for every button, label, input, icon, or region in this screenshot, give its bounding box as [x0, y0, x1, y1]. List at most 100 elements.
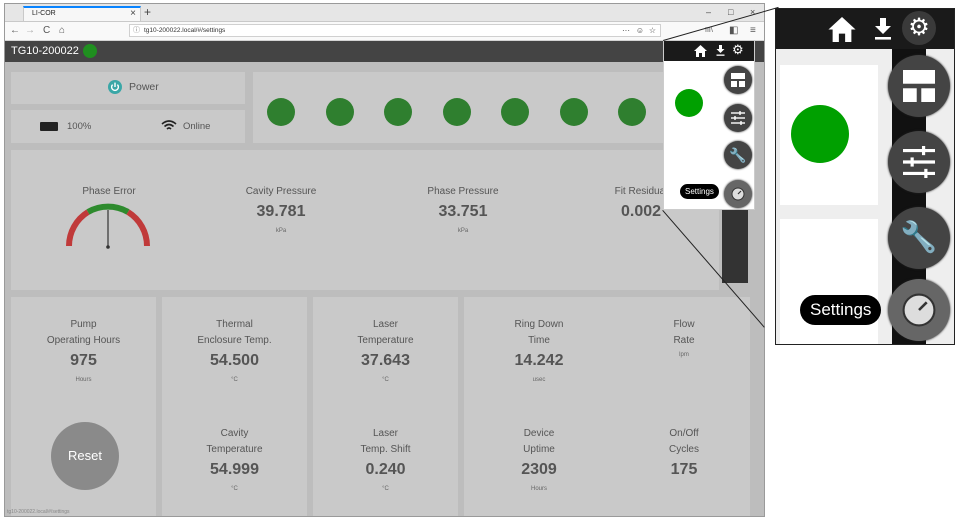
status-led: [384, 98, 412, 126]
laser-temp-unit: °C: [382, 377, 389, 383]
flow-rate-label-line1: Flow: [673, 319, 695, 330]
gauges-panel: Phase Error Cavity Pressure 39.781 kPa P…: [11, 150, 719, 290]
network-status: Online: [183, 121, 211, 132]
pocket-icon[interactable]: ☺: [636, 25, 644, 36]
ring-down-label-line1: Ring Down: [514, 319, 564, 330]
zoom-callout: ⚙ 🔧 Settings: [775, 8, 955, 345]
wifi-icon: [161, 120, 177, 130]
ring-down-unit: usec: [532, 377, 546, 383]
layout-button[interactable]: [724, 66, 752, 94]
sliders-icon: [731, 111, 745, 125]
laser-temp-label-line2: Temperature: [357, 335, 414, 346]
enclosure-temp-value: 54.500: [210, 352, 259, 369]
dashboard: Power 100% Online Phase Error Cavity Pre…: [5, 62, 764, 516]
ring-down-label-line2: Time: [528, 335, 550, 346]
gear-icon[interactable]: ⚙: [732, 42, 744, 58]
power-label: Power: [129, 81, 159, 93]
battery-icon: [40, 122, 58, 131]
zoom-settings-button: [888, 279, 950, 341]
new-tab-button[interactable]: +: [144, 5, 151, 19]
close-window-button[interactable]: ×: [750, 6, 755, 18]
tab-close-icon[interactable]: ×: [130, 8, 136, 20]
device-name: TG10-200022: [11, 45, 79, 57]
layout-icon: [731, 73, 745, 87]
pump-hours-unit: Hours: [75, 377, 92, 383]
app-header: TG10-200022: [5, 41, 764, 62]
home-icon[interactable]: [694, 45, 707, 57]
zoom-active-indicator: [791, 105, 849, 163]
maximize-button[interactable]: □: [728, 6, 733, 18]
navigation-bar: ← → C ⌂ ⓘ tg10-200022.local/#/settings ·…: [5, 22, 764, 41]
reset-button[interactable]: Reset: [51, 422, 119, 490]
download-icon[interactable]: [716, 45, 725, 56]
tab-title: LI-COR: [32, 10, 56, 17]
status-led: [267, 98, 295, 126]
power-card[interactable]: Power: [11, 72, 245, 104]
adjustments-button[interactable]: [724, 104, 752, 132]
ring-down-value: 14.242: [514, 352, 564, 369]
temperature-card: Thermal Enclosure Temp. 54.500 °C Cavity…: [162, 297, 307, 516]
laser-shift-label-line2: Temp. Shift: [360, 444, 411, 455]
cycles-label-line1: On/Off: [669, 428, 699, 439]
cavity-temp-unit: °C: [231, 486, 238, 492]
battery-network-card: 100% Online: [11, 110, 245, 143]
settings-button[interactable]: [724, 180, 752, 208]
phase-error-gauge: [66, 203, 150, 249]
cycles-label-line2: Cycles: [668, 444, 699, 455]
gauge-icon: [731, 187, 745, 201]
reload-icon[interactable]: C: [43, 24, 50, 37]
cavity-pressure-label: Cavity Pressure: [245, 186, 317, 197]
flow-rate-label-line2: Rate: [673, 335, 695, 346]
cavity-pressure-value: 39.781: [256, 203, 306, 220]
bookmark-star-icon[interactable]: ☆: [649, 25, 656, 36]
flow-rate-unit: lpm: [679, 352, 689, 358]
menu-icon[interactable]: ≡: [750, 24, 756, 37]
url-bar[interactable]: ⓘ tg10-200022.local/#/settings ··· ☺ ☆: [129, 24, 661, 37]
uptime-label-line1: Device: [523, 428, 555, 439]
phase-error-label: Phase Error: [82, 186, 136, 197]
tools-button[interactable]: 🔧: [724, 141, 752, 169]
gear-icon: ⚙: [902, 11, 936, 45]
browser-tab[interactable]: LI-COR ×: [23, 6, 141, 21]
phase-pressure-label: Phase Pressure: [427, 186, 499, 197]
enclosure-temp-unit: °C: [231, 377, 238, 383]
phase-pressure-value: 33.751: [438, 203, 488, 220]
more-icon[interactable]: ···: [622, 25, 630, 36]
laser-temp-label-line1: Laser: [372, 319, 398, 330]
back-icon[interactable]: ←: [10, 24, 20, 37]
zoom-header: ⚙: [776, 9, 954, 49]
zoom-adjustments-button: [888, 131, 950, 193]
layout-icon: [903, 70, 935, 102]
laser-shift-value: 0.240: [365, 461, 406, 478]
minimize-button[interactable]: –: [706, 6, 711, 18]
enclosure-label-line2: Enclosure Temp.: [197, 335, 272, 346]
phase-pressure-unit: kPa: [457, 228, 469, 234]
gauge-icon: [902, 293, 936, 327]
cavity-temp-label-line2: Temperature: [206, 444, 263, 455]
settings-tooltip: Settings: [680, 184, 719, 199]
laser-shift-label-line1: Laser: [372, 428, 398, 439]
url-text: tg10-200022.local/#/settings: [144, 27, 226, 34]
status-led: [325, 98, 354, 126]
side-menu-header: ⚙: [664, 41, 754, 61]
side-menu-panel: ⚙ Settings 🔧: [663, 40, 755, 210]
enclosure-label-line1: Thermal: [216, 319, 253, 330]
forward-icon[interactable]: →: [25, 24, 35, 37]
home-icon[interactable]: ⌂: [59, 24, 65, 37]
download-icon: [875, 18, 891, 40]
cycles-value: 175: [670, 461, 698, 478]
status-bar-url: tg10-200022.local/#/settings: [7, 509, 70, 515]
info-icon[interactable]: ⓘ: [133, 25, 140, 36]
cavity-temp-value: 54.999: [210, 461, 259, 478]
status-led: [618, 98, 646, 126]
browser-window: LI-COR × + – □ × ← → C ⌂ ⓘ tg10-200022.l…: [4, 3, 765, 517]
status-led: [442, 98, 471, 126]
pump-hours-value: 975: [70, 352, 97, 369]
connection-status-indicator: [83, 44, 97, 58]
uptime-label-line2: Uptime: [523, 444, 555, 455]
home-icon: [828, 17, 856, 42]
sidebar-icon[interactable]: ◧: [729, 24, 738, 37]
status-led: [501, 98, 529, 126]
zoom-tools-button: 🔧: [888, 207, 950, 269]
sliders-icon: [903, 146, 935, 178]
